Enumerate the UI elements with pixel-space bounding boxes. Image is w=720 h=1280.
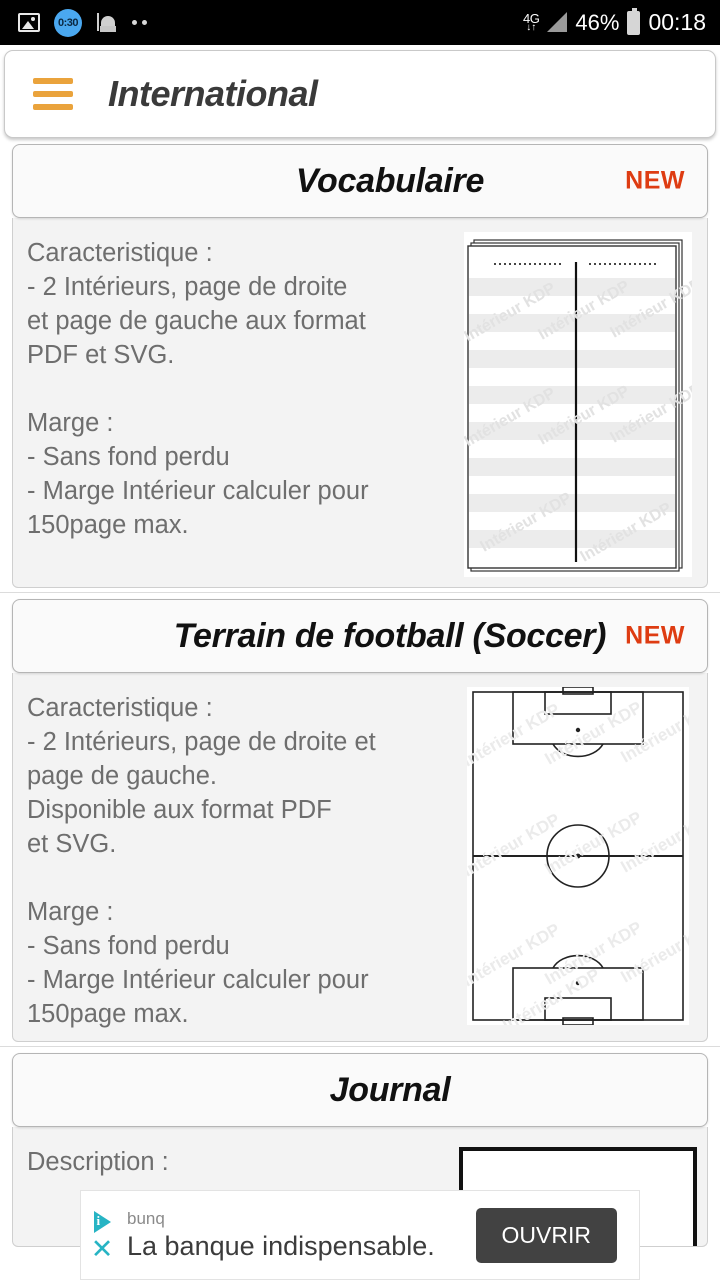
card-thumbnail[interactable]: Intérieur KDP Intérieur KDP Intérieur KD… [459,226,707,577]
ad-banner[interactable]: ✕ bunq La banque indispensable. OUVRIR [80,1190,640,1280]
network-type-icon: 4G ↓↑ [523,12,540,33]
card-body: Caracteristique : - 2 Intérieurs, page d… [12,218,708,588]
status-badge: NEW [625,621,685,650]
gallery-icon [18,13,40,32]
list-divider [0,1046,720,1047]
product-list: Vocabulaire NEW Caracteristique : - 2 In… [0,144,720,1247]
page-title: International [108,73,318,114]
more-notifications-icon [132,20,147,25]
list-item[interactable]: Vocabulaire NEW Caracteristique : - 2 In… [12,144,708,588]
hamburger-menu-icon[interactable] [33,78,73,110]
signal-strength-icon [547,12,568,32]
ad-headline-label: La banque indispensable. [127,1231,435,1261]
card-title: Terrain de football (Soccer) [173,616,607,655]
ad-cta-button[interactable]: OUVRIR [475,1207,617,1263]
card-header[interactable]: Vocabulaire NEW [12,144,708,218]
card-header[interactable]: Terrain de football (Soccer) NEW [12,599,708,673]
list-divider [0,592,720,593]
battery-icon [627,7,641,35]
card-description: Caracteristique : - 2 Intérieurs, page d… [27,239,369,539]
soccer-field-svg: Intérieur KDP Intérieur KDP Intérieur KD… [467,687,689,1025]
battery-percent-label: 46% [575,9,620,35]
status-bar-left: 0:30 [18,8,523,37]
card-description: Caracteristique : - 2 Intérieurs, page d… [27,694,376,1028]
close-icon[interactable]: ✕ [91,1236,114,1263]
status-bar-right: 4G ↓↑ 46% 00:18 [523,7,706,36]
vocabulary-page-preview: Intérieur KDP Intérieur KDP Intérieur KD… [464,232,692,577]
card-thumbnail[interactable]: Intérieur KDP Intérieur KDP Intérieur KD… [459,681,707,1031]
adchoices-icon[interactable] [93,1211,111,1233]
card-title: Vocabulaire [295,161,485,200]
card-header[interactable]: Journal [12,1053,708,1127]
timer-icon: 0:30 [54,8,82,37]
status-badge: NEW [625,166,685,195]
clock-label: 00:18 [648,9,706,35]
app-bar: International [4,50,716,138]
ad-advertiser-label: bunq [127,1209,165,1228]
soccer-field-preview: Intérieur KDP Intérieur KDP Intérieur KD… [467,687,689,1025]
ad-banner-text: bunq La banque indispensable. [121,1208,476,1262]
card-body: Caracteristique : - 2 Intérieurs, page d… [12,673,708,1042]
mosque-icon [96,12,118,34]
status-bar: 0:30 4G ↓↑ 46% 00:18 [0,0,720,45]
ad-banner-icons: ✕ [81,1191,121,1279]
vocabulary-page-svg: Intérieur KDP Intérieur KDP Intérieur KD… [464,232,692,577]
list-item[interactable]: Terrain de football (Soccer) NEW Caracte… [12,599,708,1042]
card-title: Journal [329,1070,451,1109]
